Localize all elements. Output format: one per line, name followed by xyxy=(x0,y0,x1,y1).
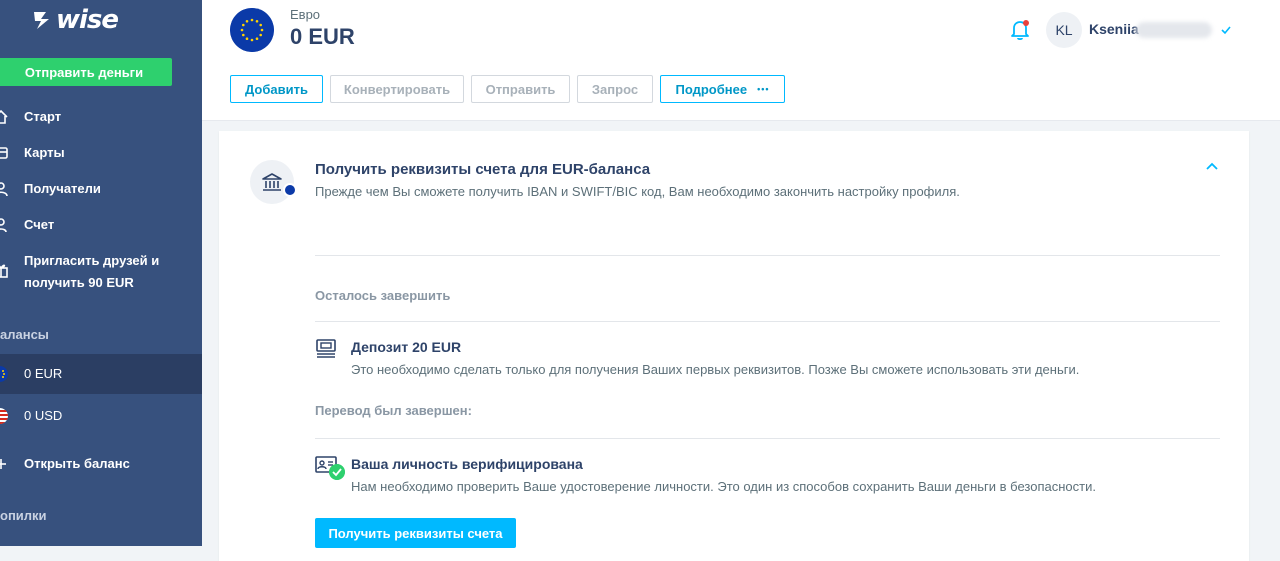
more-button-label: Подробнее xyxy=(675,81,748,97)
plus-icon xyxy=(0,459,6,469)
card-subtitle: Прежде чем Вы сможете получить IBAN и SW… xyxy=(315,184,960,199)
deposit-icon xyxy=(316,339,336,358)
send-money-button[interactable]: Отправить деньги xyxy=(0,58,172,86)
balance-label: 0 EUR xyxy=(24,366,63,381)
sidebar-item-invite[interactable]: Пригласить друзей и получить 90 EUR xyxy=(0,250,202,294)
account-details-card: Получить реквизиты счета для EUR-баланса… xyxy=(219,131,1249,561)
logo-text: wise xyxy=(56,5,119,35)
us-flag-icon xyxy=(0,408,8,424)
sidebar-item-cards[interactable]: Карты xyxy=(0,142,202,164)
sidebar-item-label: Пригласить друзей и получить 90 EUR xyxy=(24,253,160,290)
card-title: Получить реквизиты счета для EUR-баланса xyxy=(315,161,651,178)
remaining-section-label: Осталось завершить xyxy=(315,288,451,303)
sidebar-item-label: Карты xyxy=(24,145,65,160)
divider xyxy=(315,321,1220,322)
sidebar-item-account[interactable]: Счет xyxy=(0,214,202,236)
eu-flag-icon xyxy=(230,8,274,52)
verified-step-title: Ваша личность верифицирована xyxy=(351,456,583,472)
sidebar-balance-eur[interactable]: 0 EUR xyxy=(0,354,202,394)
more-button[interactable]: Подробнее ••• xyxy=(660,75,785,103)
open-balance-link[interactable]: Открыть баланс xyxy=(0,453,202,475)
completed-check-icon xyxy=(329,464,345,480)
avatar[interactable]: KL xyxy=(1046,12,1082,48)
bell-icon[interactable] xyxy=(1010,19,1030,41)
eu-badge-icon xyxy=(283,183,297,197)
wise-flag-icon xyxy=(34,12,49,29)
more-dots-icon: ••• xyxy=(757,84,770,94)
balance-label: 0 USD xyxy=(24,408,63,423)
sidebar-item-recipients[interactable]: Получатели xyxy=(0,178,202,200)
add-money-button[interactable]: Добавить xyxy=(230,75,323,103)
user-surname-redacted xyxy=(1136,22,1212,38)
verified-step-desc: Нам необходимо проверить Ваше удостовере… xyxy=(351,479,1096,494)
sidebar-item-home[interactable]: Старт xyxy=(0,106,202,128)
bank-icon-circle xyxy=(250,160,294,204)
sidebar: wise Отправить деньги Старт Карты Получа… xyxy=(0,0,202,546)
jars-section-title: опилки xyxy=(0,508,47,523)
card-icon xyxy=(0,147,8,159)
account-icon xyxy=(0,218,7,233)
gift-icon xyxy=(0,264,8,278)
sidebar-item-label: Старт xyxy=(24,109,62,124)
balance-amount: 0 EUR xyxy=(290,24,355,49)
sidebar-item-label: Получатели xyxy=(24,181,101,196)
bank-icon xyxy=(262,173,282,191)
chevron-up-icon[interactable] xyxy=(1205,161,1219,171)
deposit-step-title: Депозит 20 EUR xyxy=(351,339,462,355)
verified-check-icon xyxy=(1221,26,1231,35)
open-balance-label: Открыть баланс xyxy=(24,456,130,471)
convert-button[interactable]: Конвертировать xyxy=(330,75,464,103)
wise-logo[interactable]: wise xyxy=(32,5,119,35)
sidebar-item-label: Счет xyxy=(24,217,55,232)
sidebar-balance-usd[interactable]: 0 USD xyxy=(0,396,202,436)
divider xyxy=(315,438,1220,439)
recipients-icon xyxy=(0,182,8,197)
home-icon xyxy=(0,109,8,124)
divider xyxy=(315,255,1220,256)
balances-section-title: алансы xyxy=(0,327,49,342)
user-name[interactable]: Kseniia xyxy=(1089,21,1139,37)
send-button[interactable]: Отправить xyxy=(471,75,570,103)
currency-name: Евро xyxy=(290,7,321,22)
request-button[interactable]: Запрос xyxy=(577,75,653,103)
balance-header: Евро 0 EUR KL Kseniia Добавить Конвертир… xyxy=(202,0,1280,121)
completed-section-label: Перевод был завершен: xyxy=(315,403,472,418)
deposit-step-desc: Это необходимо сделать только для получе… xyxy=(351,362,1080,377)
eu-flag-icon xyxy=(0,366,8,382)
get-account-details-button[interactable]: Получить реквизиты счета xyxy=(315,518,516,548)
